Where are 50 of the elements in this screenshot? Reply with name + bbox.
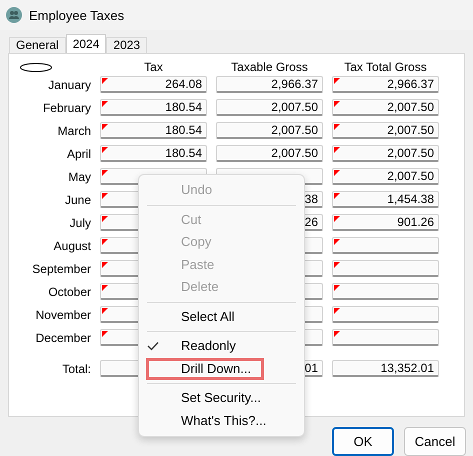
tab[interactable]: General <box>9 37 66 53</box>
value-field[interactable] <box>332 306 439 323</box>
value-field[interactable]: 2,007.50 <box>332 122 439 139</box>
menu-item[interactable]: Select All <box>139 306 304 328</box>
value-field[interactable] <box>332 329 439 346</box>
menu-item[interactable]: What's This?... <box>139 410 304 432</box>
month-label: October <box>47 284 91 298</box>
value-field[interactable] <box>332 283 439 300</box>
value-field[interactable]: 13,352.01 <box>332 360 439 377</box>
value-field[interactable]: 180.54 <box>100 122 207 139</box>
value-field[interactable] <box>332 260 439 277</box>
value-field[interactable]: 2,966.37 <box>216 76 323 93</box>
month-label: February <box>42 100 91 114</box>
value-field[interactable]: 264.08 <box>100 76 207 93</box>
value-field[interactable]: 180.54 <box>100 145 207 162</box>
value-field[interactable]: 2,007.50 <box>332 168 439 185</box>
month-label: April <box>66 146 91 160</box>
value-field[interactable]: 901.26 <box>332 214 439 231</box>
menu-item[interactable]: Drill Down... <box>146 358 264 380</box>
column-header: Tax Total Gross <box>343 61 428 73</box>
dialog-button[interactable]: OK <box>332 427 394 456</box>
month-label: December <box>34 330 91 344</box>
value-field[interactable]: 2,007.50 <box>216 145 323 162</box>
value-field[interactable]: 2,007.50 <box>216 122 323 139</box>
month-label: September <box>31 262 91 276</box>
value-field[interactable]: 2,007.50 <box>332 99 439 116</box>
column-header: Taxable Gross <box>230 61 309 73</box>
month-label: August <box>52 238 91 252</box>
tab[interactable]: 2023 <box>106 37 148 53</box>
column-header: Tax <box>143 61 164 73</box>
window-title: Employee Taxes <box>29 8 124 22</box>
value-field[interactable]: 2,966.37 <box>332 76 439 93</box>
menu-item[interactable]: Readonly <box>139 335 304 358</box>
month-label: January <box>47 78 91 92</box>
total-label: Total: <box>61 362 91 376</box>
people-icon <box>6 7 22 23</box>
value-field[interactable]: 1,454.38 <box>332 191 439 208</box>
tab[interactable]: 2024 <box>66 34 106 53</box>
dialog-button[interactable]: Cancel <box>404 427 466 456</box>
month-label: March <box>56 124 91 138</box>
month-label: June <box>64 192 91 206</box>
menu-item[interactable]: Set Security... <box>139 387 304 410</box>
value-field[interactable]: 2,007.50 <box>332 145 439 162</box>
month-label: November <box>34 308 91 322</box>
value-field[interactable] <box>332 237 439 254</box>
month-label: July <box>68 216 91 230</box>
value-field[interactable]: 2,007.50 <box>216 99 323 116</box>
value-field[interactable]: 180.54 <box>100 99 207 116</box>
month-label: May <box>67 170 91 184</box>
oval-icon <box>20 62 52 72</box>
